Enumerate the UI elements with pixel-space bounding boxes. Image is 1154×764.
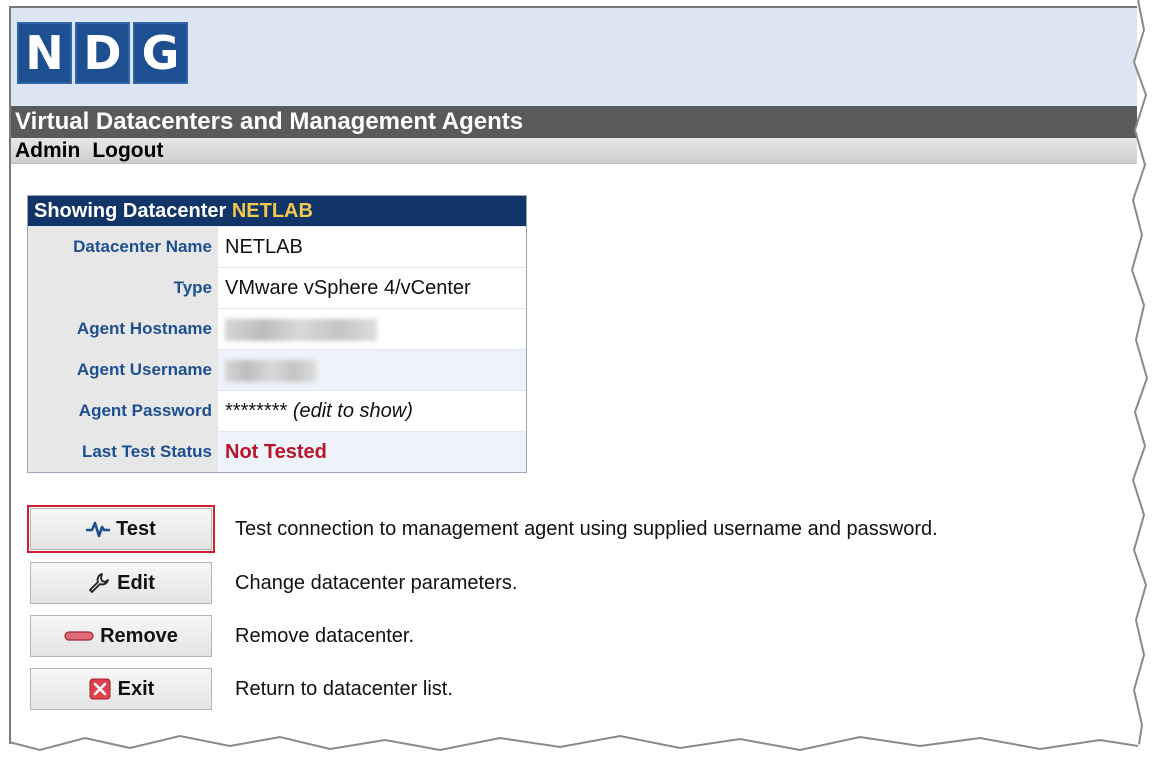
test-description: Test connection to management agent usin…	[235, 517, 938, 540]
action-remove: Remove Remove datacenter.	[27, 612, 414, 660]
edit-button-label: Edit	[117, 571, 155, 594]
torn-edge-bottom	[0, 734, 1154, 764]
password-mask: ********	[225, 400, 288, 422]
info-label: Type	[28, 268, 218, 308]
info-label: Last Test Status	[28, 432, 218, 472]
info-row-datacenter-name: Datacenter Name NETLAB	[28, 226, 526, 267]
info-row-agent-password: Agent Password ******** (edit to show)	[28, 390, 526, 431]
action-test: Test Test connection to management agent…	[27, 505, 938, 553]
info-row-agent-hostname: Agent Hostname	[28, 308, 526, 349]
panel-title: Showing Datacenter NETLAB	[28, 196, 526, 226]
test-button-label: Test	[116, 517, 156, 540]
test-button[interactable]: Test	[30, 508, 212, 550]
pulse-icon	[86, 517, 111, 541]
edit-button-wrap: Edit	[27, 559, 215, 607]
datacenter-info-panel: Showing Datacenter NETLAB Datacenter Nam…	[27, 195, 527, 473]
redacted-hostname	[225, 318, 377, 341]
info-value: NETLAB	[225, 236, 303, 258]
info-value: VMware vSphere 4/vCenter	[225, 277, 471, 299]
info-label: Datacenter Name	[28, 227, 218, 267]
action-edit: Edit Change datacenter parameters.	[27, 559, 517, 607]
logo-letter: G	[133, 22, 188, 84]
edit-description: Change datacenter parameters.	[235, 571, 518, 594]
info-row-type: Type VMware vSphere 4/vCenter	[28, 267, 526, 308]
logo-letter: D	[75, 22, 130, 84]
redacted-username	[225, 359, 317, 382]
info-value-redacted	[218, 309, 526, 349]
remove-button-wrap: Remove	[27, 612, 215, 660]
menu-logout[interactable]: Logout	[92, 138, 163, 163]
info-label: Agent Hostname	[28, 309, 218, 349]
menu-bar: Admin Logout	[11, 138, 1137, 164]
remove-button-label: Remove	[100, 624, 178, 647]
minus-icon	[64, 624, 94, 648]
exit-button-label: Exit	[117, 677, 155, 700]
panel-title-datacenter: NETLAB	[231, 200, 313, 222]
exit-description: Return to datacenter list.	[235, 677, 453, 700]
info-row-agent-username: Agent Username	[28, 349, 526, 390]
info-value-redacted	[218, 350, 526, 390]
panel-title-prefix: Showing Datacenter	[34, 200, 227, 222]
ndg-logo: N D G	[17, 22, 188, 84]
remove-description: Remove datacenter.	[235, 624, 414, 647]
password-note: (edit to show)	[292, 400, 413, 422]
torn-edge-right	[1130, 0, 1150, 760]
remove-button[interactable]: Remove	[30, 615, 212, 657]
wrench-icon	[87, 571, 111, 595]
exit-button[interactable]: Exit	[30, 668, 212, 710]
info-label: Agent Username	[28, 350, 218, 390]
test-button-highlight: Test	[27, 505, 215, 553]
edit-button[interactable]: Edit	[30, 562, 212, 604]
exit-button-wrap: Exit	[27, 665, 215, 713]
page-frame: N D G Virtual Datacenters and Management…	[9, 6, 1137, 750]
action-exit: Exit Return to datacenter list.	[27, 665, 453, 713]
info-row-last-test-status: Last Test Status Not Tested	[28, 431, 526, 472]
status-value: Not Tested	[218, 432, 526, 472]
menu-admin[interactable]: Admin	[15, 138, 80, 163]
logo-letter: N	[17, 22, 72, 84]
header: N D G	[11, 8, 1137, 106]
app-title: Virtual Datacenters and Management Agent…	[11, 106, 1137, 138]
info-value: ******** (edit to show)	[218, 391, 526, 431]
info-label: Agent Password	[28, 391, 218, 431]
close-icon	[88, 677, 112, 701]
